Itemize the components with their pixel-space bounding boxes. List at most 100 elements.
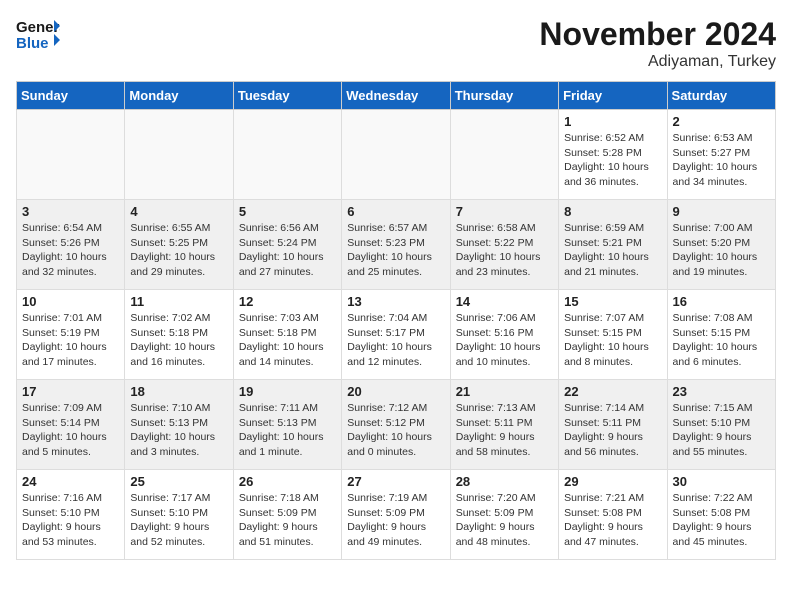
calendar-cell: 4 Sunrise: 6:55 AM Sunset: 5:25 PM Daylig… bbox=[125, 200, 233, 290]
day-number: 15 bbox=[564, 294, 661, 309]
day-info: Sunrise: 7:19 AM Sunset: 5:09 PM Dayligh… bbox=[347, 491, 444, 550]
day-number: 24 bbox=[22, 474, 119, 489]
day-number: 16 bbox=[673, 294, 770, 309]
calendar-cell: 16Sunrise: 7:08 AM Sunset: 5:15 PM Dayli… bbox=[667, 290, 775, 380]
page-header: General Blue November 2024 Adiyaman, Tur… bbox=[16, 16, 776, 71]
day-number: 7 bbox=[456, 204, 553, 219]
day-number: 20 bbox=[347, 384, 444, 399]
day-info: Sunrise: 6:53 AM Sunset: 5:27 PM Dayligh… bbox=[673, 131, 770, 190]
day-number: 9 bbox=[673, 204, 770, 219]
day-info: Sunrise: 7:16 AM Sunset: 5:10 PM Dayligh… bbox=[22, 491, 119, 550]
day-info: Sunrise: 6:57 AM Sunset: 5:23 PM Dayligh… bbox=[347, 221, 444, 280]
calendar-cell: 14 Sunrise: 7:06 AM Sunset: 5:16 PM Dayli… bbox=[450, 290, 558, 380]
calendar-cell: 8 Sunrise: 6:59 AM Sunset: 5:21 PM Daylig… bbox=[559, 200, 667, 290]
calendar-cell: 21 Sunrise: 7:13 AM Sunset: 5:11 PM Dayli… bbox=[450, 380, 558, 470]
calendar-cell: 30Sunrise: 7:22 AM Sunset: 5:08 PM Dayli… bbox=[667, 470, 775, 560]
calendar-cell bbox=[342, 110, 450, 200]
calendar-cell: 19 Sunrise: 7:11 AM Sunset: 5:13 PM Dayli… bbox=[233, 380, 341, 470]
day-number: 25 bbox=[130, 474, 227, 489]
calendar-cell: 25 Sunrise: 7:17 AM Sunset: 5:10 PM Dayli… bbox=[125, 470, 233, 560]
calendar-cell: 20 Sunrise: 7:12 AM Sunset: 5:12 PM Dayli… bbox=[342, 380, 450, 470]
month-title: November 2024 bbox=[539, 16, 776, 53]
day-number: 22 bbox=[564, 384, 661, 399]
day-number: 5 bbox=[239, 204, 336, 219]
week-row-4: 17Sunrise: 7:09 AM Sunset: 5:14 PM Dayli… bbox=[17, 380, 776, 470]
calendar-cell bbox=[125, 110, 233, 200]
day-info: Sunrise: 6:59 AM Sunset: 5:21 PM Dayligh… bbox=[564, 221, 661, 280]
calendar-table: SundayMondayTuesdayWednesdayThursdayFrid… bbox=[16, 81, 776, 560]
calendar-cell: 12 Sunrise: 7:03 AM Sunset: 5:18 PM Dayli… bbox=[233, 290, 341, 380]
day-info: Sunrise: 7:17 AM Sunset: 5:10 PM Dayligh… bbox=[130, 491, 227, 550]
calendar-cell bbox=[450, 110, 558, 200]
calendar-cell: 15 Sunrise: 7:07 AM Sunset: 5:15 PM Dayli… bbox=[559, 290, 667, 380]
calendar-cell: 5 Sunrise: 6:56 AM Sunset: 5:24 PM Daylig… bbox=[233, 200, 341, 290]
day-number: 27 bbox=[347, 474, 444, 489]
day-info: Sunrise: 7:11 AM Sunset: 5:13 PM Dayligh… bbox=[239, 401, 336, 460]
day-info: Sunrise: 7:15 AM Sunset: 5:10 PM Dayligh… bbox=[673, 401, 770, 460]
day-info: Sunrise: 7:18 AM Sunset: 5:09 PM Dayligh… bbox=[239, 491, 336, 550]
day-number: 21 bbox=[456, 384, 553, 399]
day-info: Sunrise: 6:54 AM Sunset: 5:26 PM Dayligh… bbox=[22, 221, 119, 280]
weekday-header-thursday: Thursday bbox=[450, 82, 558, 110]
calendar-cell: 18Sunrise: 7:10 AM Sunset: 5:13 PM Dayli… bbox=[125, 380, 233, 470]
logo-icon: General Blue bbox=[16, 16, 60, 57]
day-info: Sunrise: 6:52 AM Sunset: 5:28 PM Dayligh… bbox=[564, 131, 661, 190]
week-row-5: 24 Sunrise: 7:16 AM Sunset: 5:10 PM Dayli… bbox=[17, 470, 776, 560]
calendar-cell: 13Sunrise: 7:04 AM Sunset: 5:17 PM Dayli… bbox=[342, 290, 450, 380]
day-number: 29 bbox=[564, 474, 661, 489]
svg-text:General: General bbox=[16, 19, 60, 36]
calendar-cell: 17Sunrise: 7:09 AM Sunset: 5:14 PM Dayli… bbox=[17, 380, 125, 470]
logo: General Blue bbox=[16, 16, 60, 57]
day-info: Sunrise: 7:21 AM Sunset: 5:08 PM Dayligh… bbox=[564, 491, 661, 550]
day-number: 12 bbox=[239, 294, 336, 309]
calendar-cell: 29 Sunrise: 7:21 AM Sunset: 5:08 PM Dayli… bbox=[559, 470, 667, 560]
svg-text:Blue: Blue bbox=[16, 35, 49, 52]
calendar-cell: 27 Sunrise: 7:19 AM Sunset: 5:09 PM Dayli… bbox=[342, 470, 450, 560]
week-row-1: 1 Sunrise: 6:52 AM Sunset: 5:28 PM Daylig… bbox=[17, 110, 776, 200]
day-info: Sunrise: 6:56 AM Sunset: 5:24 PM Dayligh… bbox=[239, 221, 336, 280]
day-info: Sunrise: 7:07 AM Sunset: 5:15 PM Dayligh… bbox=[564, 311, 661, 370]
day-number: 2 bbox=[673, 114, 770, 129]
calendar-cell: 1 Sunrise: 6:52 AM Sunset: 5:28 PM Daylig… bbox=[559, 110, 667, 200]
calendar-cell: 7Sunrise: 6:58 AM Sunset: 5:22 PM Daylig… bbox=[450, 200, 558, 290]
day-info: Sunrise: 7:09 AM Sunset: 5:14 PM Dayligh… bbox=[22, 401, 119, 460]
calendar-cell: 9 Sunrise: 7:00 AM Sunset: 5:20 PM Daylig… bbox=[667, 200, 775, 290]
day-info: Sunrise: 7:01 AM Sunset: 5:19 PM Dayligh… bbox=[22, 311, 119, 370]
day-number: 19 bbox=[239, 384, 336, 399]
day-info: Sunrise: 7:02 AM Sunset: 5:18 PM Dayligh… bbox=[130, 311, 227, 370]
day-number: 3 bbox=[22, 204, 119, 219]
calendar-cell: 24 Sunrise: 7:16 AM Sunset: 5:10 PM Dayli… bbox=[17, 470, 125, 560]
calendar-cell: 6 Sunrise: 6:57 AM Sunset: 5:23 PM Daylig… bbox=[342, 200, 450, 290]
day-info: Sunrise: 7:20 AM Sunset: 5:09 PM Dayligh… bbox=[456, 491, 553, 550]
calendar-cell: 3 Sunrise: 6:54 AM Sunset: 5:26 PM Daylig… bbox=[17, 200, 125, 290]
day-number: 6 bbox=[347, 204, 444, 219]
day-number: 4 bbox=[130, 204, 227, 219]
day-info: Sunrise: 7:06 AM Sunset: 5:16 PM Dayligh… bbox=[456, 311, 553, 370]
day-number: 14 bbox=[456, 294, 553, 309]
weekday-header-monday: Monday bbox=[125, 82, 233, 110]
weekday-header-row: SundayMondayTuesdayWednesdayThursdayFrid… bbox=[17, 82, 776, 110]
day-info: Sunrise: 7:00 AM Sunset: 5:20 PM Dayligh… bbox=[673, 221, 770, 280]
calendar-cell bbox=[233, 110, 341, 200]
day-number: 10 bbox=[22, 294, 119, 309]
day-info: Sunrise: 7:14 AM Sunset: 5:11 PM Dayligh… bbox=[564, 401, 661, 460]
calendar-cell: 28 Sunrise: 7:20 AM Sunset: 5:09 PM Dayli… bbox=[450, 470, 558, 560]
weekday-header-saturday: Saturday bbox=[667, 82, 775, 110]
day-number: 30 bbox=[673, 474, 770, 489]
day-info: Sunrise: 7:04 AM Sunset: 5:17 PM Dayligh… bbox=[347, 311, 444, 370]
day-info: Sunrise: 7:13 AM Sunset: 5:11 PM Dayligh… bbox=[456, 401, 553, 460]
day-info: Sunrise: 7:03 AM Sunset: 5:18 PM Dayligh… bbox=[239, 311, 336, 370]
calendar-cell: 11Sunrise: 7:02 AM Sunset: 5:18 PM Dayli… bbox=[125, 290, 233, 380]
day-number: 23 bbox=[673, 384, 770, 399]
day-info: Sunrise: 7:12 AM Sunset: 5:12 PM Dayligh… bbox=[347, 401, 444, 460]
day-number: 1 bbox=[564, 114, 661, 129]
calendar-cell bbox=[17, 110, 125, 200]
weekday-header-tuesday: Tuesday bbox=[233, 82, 341, 110]
day-info: Sunrise: 7:10 AM Sunset: 5:13 PM Dayligh… bbox=[130, 401, 227, 460]
calendar-cell: 26Sunrise: 7:18 AM Sunset: 5:09 PM Dayli… bbox=[233, 470, 341, 560]
weekday-header-wednesday: Wednesday bbox=[342, 82, 450, 110]
day-info: Sunrise: 6:55 AM Sunset: 5:25 PM Dayligh… bbox=[130, 221, 227, 280]
day-number: 8 bbox=[564, 204, 661, 219]
calendar-cell: 2 Sunrise: 6:53 AM Sunset: 5:27 PM Daylig… bbox=[667, 110, 775, 200]
day-number: 28 bbox=[456, 474, 553, 489]
